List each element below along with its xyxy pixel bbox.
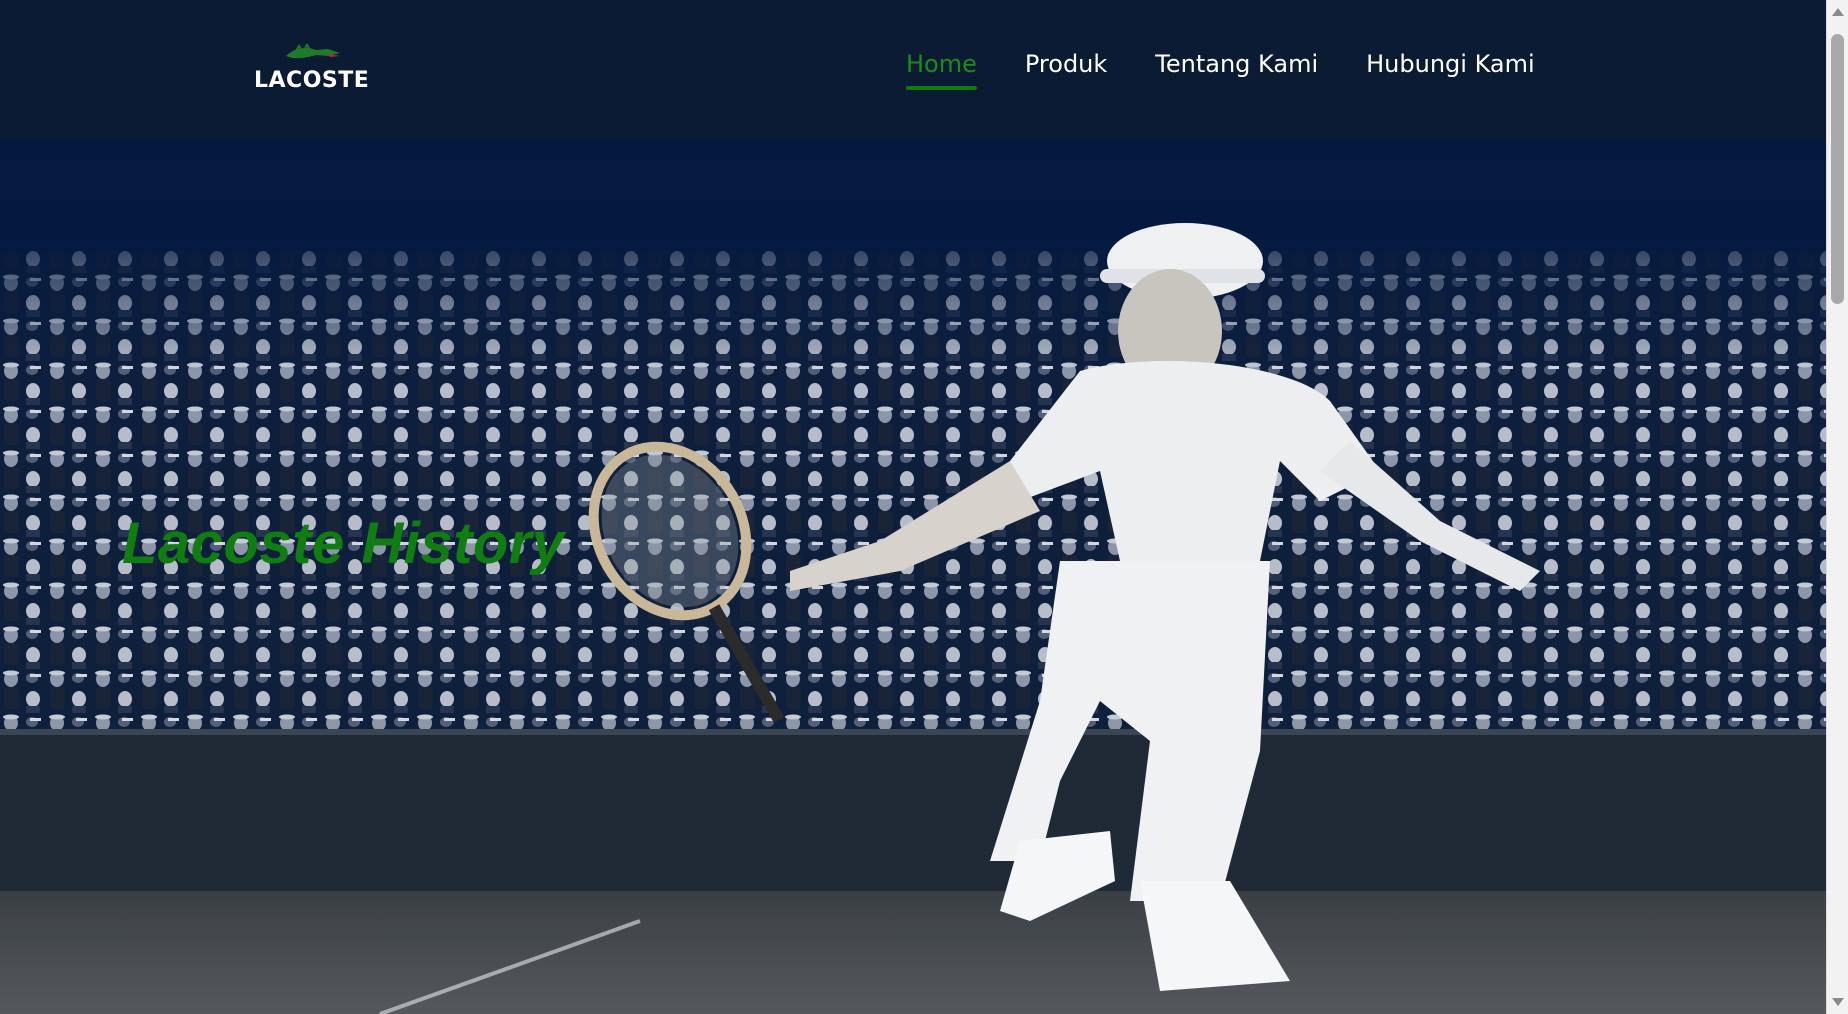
hero-section: Lacoste History — [0, 141, 1826, 1014]
scroll-thumb[interactable] — [1831, 34, 1844, 304]
logo[interactable]: LACOSTE — [248, 42, 376, 98]
nav-home[interactable]: Home — [906, 50, 977, 90]
scroll-up-arrow-icon[interactable] — [1832, 8, 1844, 16]
hero-image — [0, 201, 1826, 1014]
logo-text: LACOSTE — [254, 68, 370, 93]
page-viewport: LACOSTE Home Produk Tentang Kami Hubungi… — [0, 0, 1826, 1014]
nav-tentang-kami[interactable]: Tentang Kami — [1155, 50, 1318, 84]
scroll-down-arrow-icon[interactable] — [1832, 998, 1844, 1006]
crocodile-logo-icon — [286, 43, 340, 59]
vertical-scrollbar[interactable] — [1826, 0, 1848, 1014]
hero-title: Lacoste History — [122, 510, 565, 576]
nav-hubungi-kami[interactable]: Hubungi Kami — [1366, 50, 1535, 84]
nav-produk[interactable]: Produk — [1025, 50, 1107, 84]
main-nav: Home Produk Tentang Kami Hubungi Kami — [906, 50, 1535, 90]
navbar: LACOSTE Home Produk Tentang Kami Hubungi… — [0, 0, 1826, 141]
